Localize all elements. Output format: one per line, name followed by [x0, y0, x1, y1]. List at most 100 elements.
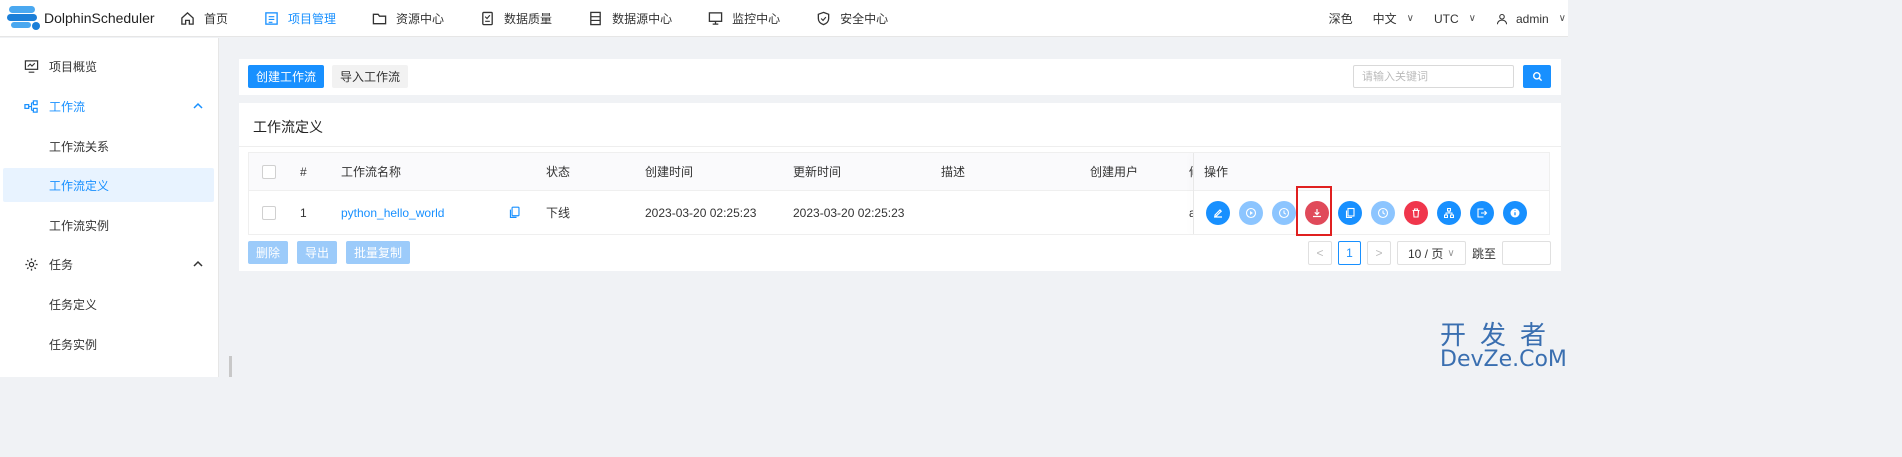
- sidebar-group-workflow[interactable]: 工作流: [0, 89, 219, 123]
- select-all-cell: [262, 153, 276, 190]
- column-header-created: 创建时间: [645, 165, 694, 179]
- chevron-down-icon: ∨: [1406, 13, 1414, 24]
- next-page-button[interactable]: >: [1367, 241, 1391, 265]
- app-name: DolphinScheduler: [44, 10, 155, 26]
- timing-button[interactable]: [1272, 200, 1296, 225]
- sidebar-group-label: 工作流: [49, 99, 86, 114]
- search-icon: [1532, 72, 1542, 82]
- bulk-export-button[interactable]: 导出: [297, 241, 338, 264]
- cron-manage-button[interactable]: [1371, 200, 1395, 225]
- language-label: 中文: [1372, 12, 1397, 26]
- workflow-table: # 工作流名称 状态 创建时间 更新时间 描述 创建用户 修 操作 1 pyth…: [248, 152, 1550, 235]
- edit-button[interactable]: [1206, 200, 1230, 225]
- search-button[interactable]: [1523, 65, 1551, 88]
- timezone-label: UTC: [1433, 11, 1459, 26]
- dashboard-icon: [24, 59, 39, 73]
- watermark-bottom-text: DevZe.CoM: [1440, 347, 1567, 372]
- theme-label: 深色: [1328, 12, 1353, 26]
- nav-home[interactable]: 首页: [180, 0, 228, 37]
- sidebar-item-workflow-instance[interactable]: 工作流实例: [0, 208, 219, 242]
- create-workflow-button[interactable]: 创建工作流: [248, 65, 325, 88]
- row-index: 1: [300, 205, 307, 220]
- nav-security-label: 安全中心: [840, 12, 889, 26]
- nav-resource[interactable]: 资源中心: [372, 0, 444, 37]
- clock-icon: [1377, 207, 1389, 218]
- sidebar-item-workflow-definition[interactable]: 工作流定义: [3, 168, 214, 202]
- column-header-updated: 更新时间: [793, 165, 842, 179]
- nav-home-label: 首页: [204, 12, 229, 26]
- updated-time: 2023-03-20 02:25:23: [793, 205, 905, 220]
- logo[interactable]: DolphinScheduler: [6, 4, 155, 32]
- highlight-box: [1296, 186, 1332, 236]
- dolphin-logo-icon: [7, 6, 40, 30]
- user-menu[interactable]: admin ∨: [1496, 12, 1566, 26]
- jump-page-input[interactable]: [1502, 241, 1551, 265]
- nav-security[interactable]: 安全中心: [816, 0, 888, 37]
- sidebar-item-workflow-relation[interactable]: 工作流关系: [0, 129, 219, 163]
- shield-icon: [817, 11, 830, 26]
- version-info-button[interactable]: [1503, 200, 1527, 225]
- card-title: 工作流定义: [253, 119, 323, 135]
- copy-name-button[interactable]: [508, 191, 521, 234]
- select-all-checkbox[interactable]: [262, 164, 276, 179]
- sidebar-item-overview[interactable]: 项目概览: [0, 49, 219, 83]
- tree-view-button[interactable]: [1437, 200, 1461, 225]
- batch-copy-button[interactable]: 批量复制: [346, 241, 411, 264]
- home-icon: [181, 11, 194, 25]
- chevron-up-icon: [193, 102, 203, 109]
- chevron-down-icon: ∨: [1468, 13, 1476, 24]
- sidebar-item-label: 项目概览: [49, 59, 98, 74]
- watermark: 开发者 DevZe.CoM: [1440, 321, 1567, 374]
- row-actions: [1206, 191, 1536, 234]
- watermark-top-text: 开发者: [1440, 321, 1561, 351]
- column-header-name: 工作流名称: [341, 165, 402, 179]
- sidebar-group-task[interactable]: 任务: [0, 247, 219, 281]
- import-workflow-button[interactable]: 导入工作流: [332, 65, 409, 88]
- top-right-menu: 深色 中文 ∨ UTC ∨ admin ∨: [1329, 0, 1568, 37]
- folder-icon: [372, 13, 387, 25]
- nav-datasource-label: 数据源中心: [612, 12, 673, 26]
- page-size-label: 10 / 页: [1408, 246, 1444, 261]
- sidebar-item-label: 任务实例: [49, 337, 98, 352]
- run-button[interactable]: [1239, 200, 1263, 225]
- table-header: # 工作流名称 状态 创建时间 更新时间 描述 创建用户 修 操作: [249, 153, 1549, 191]
- user-icon: [1496, 13, 1508, 24]
- copy-workflow-button[interactable]: [1338, 200, 1362, 225]
- sidebar-item-task-instance[interactable]: 任务实例: [0, 327, 219, 361]
- nav-datasource[interactable]: 数据源中心: [588, 0, 672, 37]
- top-navbar: DolphinScheduler 首页 项目管理 资源中心 数据质量 数据源中心…: [0, 0, 1568, 37]
- sidebar-group-label: 任务: [49, 257, 74, 272]
- nav-project[interactable]: 项目管理: [264, 0, 336, 37]
- clock-icon: [1278, 207, 1290, 218]
- sidebar-item-task-definition[interactable]: 任务定义: [0, 287, 219, 321]
- column-header-actions: 操作: [1204, 165, 1229, 179]
- search-input[interactable]: [1353, 65, 1514, 88]
- fixed-column-divider: [1193, 153, 1194, 234]
- prev-page-button[interactable]: <: [1308, 241, 1332, 265]
- page-1-button[interactable]: 1: [1338, 241, 1361, 265]
- toolbar-card: 创建工作流 导入工作流: [239, 59, 1561, 95]
- export-button[interactable]: [1470, 200, 1494, 225]
- chevron-down-icon: ∨: [1447, 247, 1455, 259]
- scrollbar-thumb[interactable]: [229, 356, 232, 377]
- workflow-definition-card: 工作流定义 # 工作流名称 状态 创建时间 更新时间 描述 创建用户 修 操作 …: [239, 103, 1561, 271]
- row-checkbox[interactable]: [262, 205, 276, 220]
- trash-icon: [1412, 207, 1420, 218]
- page-size-select[interactable]: 10 / 页 ∨: [1397, 241, 1466, 265]
- row-select-cell: [262, 191, 276, 234]
- delete-button[interactable]: [1404, 200, 1428, 225]
- nav-data-quality[interactable]: 数据质量: [480, 0, 552, 37]
- theme-toggle[interactable]: 深色: [1329, 10, 1353, 27]
- column-header-index: #: [300, 164, 307, 179]
- bulk-delete-button[interactable]: 删除: [248, 241, 289, 264]
- copy-icon: [509, 206, 520, 218]
- column-header-status: 状态: [546, 165, 571, 179]
- language-select[interactable]: 中文 ∨: [1373, 10, 1414, 27]
- workflow-name-link[interactable]: python_hello_world: [341, 191, 444, 234]
- timezone-select[interactable]: UTC ∨: [1434, 12, 1476, 26]
- sidebar-item-label: 工作流实例: [49, 218, 110, 233]
- nav-monitor[interactable]: 监控中心: [708, 0, 780, 37]
- datasource-icon: [590, 11, 601, 26]
- nav-resource-label: 资源中心: [396, 12, 445, 26]
- created-time: 2023-03-20 02:25:23: [645, 205, 757, 220]
